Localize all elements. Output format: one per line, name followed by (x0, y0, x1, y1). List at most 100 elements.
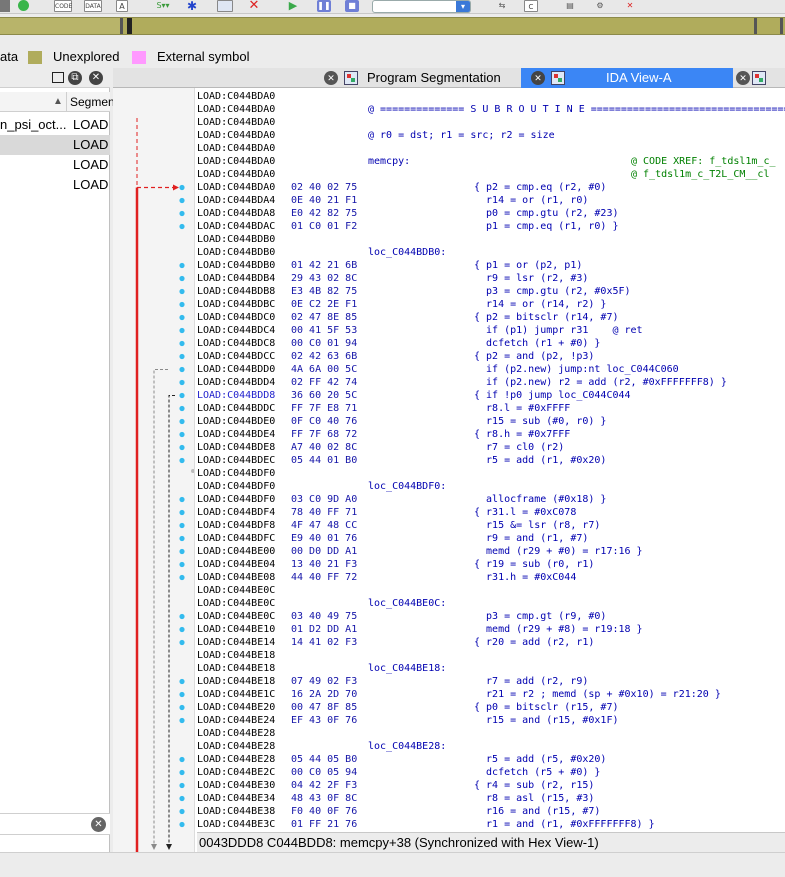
listing-line[interactable]: LOAD:C044BE28 (197, 727, 785, 740)
tab-close-icon[interactable]: ✕ (531, 71, 545, 85)
text-icon[interactable]: A (116, 0, 128, 12)
listing-line[interactable]: LOAD:C044BDB0 01 42 21 6B { p1 = or (p2, p… (197, 259, 785, 272)
segment-row[interactable]: n_psi_oct... LOAD (0, 115, 110, 135)
tab-next[interactable]: ✕ (733, 68, 785, 88)
navigation-band[interactable] (0, 17, 785, 35)
attach-icon[interactable]: ⇆ (494, 0, 510, 12)
listing-line[interactable]: LOAD:C044BDCC 02 42 63 6B { p2 = and (p2, … (197, 350, 785, 363)
listing-line[interactable]: LOAD:C044BDA0 (197, 90, 785, 103)
listing-line[interactable]: LOAD:C044BDAC 01 C0 01 F2 p1 = cmp.eq (r1… (197, 220, 785, 233)
listing-line[interactable]: LOAD:C044BDA0 (197, 116, 785, 129)
listing-line[interactable]: LOAD:C044BE10 01 D2 DD A1 memd (r29 + #8)… (197, 623, 785, 636)
clear-search-icon[interactable]: ✕ (91, 817, 106, 832)
listing-line[interactable]: LOAD:C044BDA4 0E 40 21 F1 r14 = or (r1, r… (197, 194, 785, 207)
float-icon[interactable] (52, 72, 64, 83)
listing-line[interactable]: LOAD:C044BDF0 loc_C044BDF0: (197, 480, 785, 493)
listing-line[interactable]: LOAD:C044BDC0 02 47 8E 85 { p2 = bitsclr (… (197, 311, 785, 324)
col-header-name[interactable]: ▲ (0, 92, 67, 112)
listing-line[interactable]: LOAD:C044BDF0 (197, 467, 785, 480)
listing-line[interactable]: LOAD:C044BDA0 02 40 02 75 { p2 = cmp.eq (r… (197, 181, 785, 194)
listing-line[interactable]: LOAD:C044BDC4 00 41 5F 53 if (p1) jumpr r… (197, 324, 785, 337)
pause-icon[interactable]: ❚❚ (317, 0, 331, 12)
listing-line[interactable]: LOAD:C044BDD0 4A 6A 00 5C if (p2.new) jum… (197, 363, 785, 376)
listing-line[interactable]: LOAD:C044BDE8 A7 40 02 8C r7 = cl0 (r2) (197, 441, 785, 454)
listing-line[interactable]: LOAD:C044BE04 13 40 21 F3 { r19 = sub (r0,… (197, 558, 785, 571)
settings-icon[interactable]: ⚙ (592, 0, 608, 12)
listing-line[interactable]: LOAD:C044BDA0 (197, 142, 785, 155)
play-icon[interactable]: ▶ (287, 0, 299, 12)
listing-line[interactable]: LOAD:C044BDF8 4F 47 48 CC r15 &= lsr (r8,… (197, 519, 785, 532)
cross-ref-icon[interactable]: ✱ (185, 0, 199, 12)
notes-icon[interactable]: ▤ (562, 0, 578, 12)
listing-line[interactable]: LOAD:C044BDE4 FF 7F 68 72 { r8.h = #0x7FFF (197, 428, 785, 441)
listing-line[interactable]: LOAD:C044BDA0 @ f_tdsl1m_c_T2L_CM__cl (197, 168, 785, 181)
listing-line[interactable]: LOAD:C044BDB0 loc_C044BDB0: (197, 246, 785, 259)
listing-line[interactable]: LOAD:C044BE0C loc_C044BE0C: (197, 597, 785, 610)
listing-line[interactable]: LOAD:C044BE28 05 44 05 B0 r5 = add (r5, #… (197, 753, 785, 766)
tab-close-icon[interactable]: ✕ (736, 71, 750, 85)
close-icon[interactable]: ✕ (89, 71, 103, 85)
disassembly-listing[interactable]: LOAD:C044BDA0 LOAD:C044BDA0 @ ============… (197, 88, 785, 832)
listing-line[interactable]: LOAD:C044BE3C 01 FF 21 76 r1 = and (r1, #… (197, 818, 785, 831)
delete-icon[interactable]: ✕ (622, 0, 638, 12)
tab-program-segmentation[interactable]: ✕ Program Segmentation (320, 68, 520, 88)
listing-line[interactable]: LOAD:C044BE0C (197, 584, 785, 597)
listing-line[interactable]: LOAD:C044BDB0 (197, 233, 785, 246)
listing-line[interactable]: LOAD:C044BE18 loc_C044BE18: (197, 662, 785, 675)
listing-line[interactable]: LOAD:C044BDD4 02 FF 42 74 if (p2.new) r2 … (197, 376, 785, 389)
tab-ida-view-a[interactable]: ✕ IDA View-A (521, 68, 733, 88)
listing-line[interactable]: LOAD:C044BDD8 36 60 20 5C { if !p0 jump lo… (197, 389, 785, 402)
segment-row[interactable]: LOAD (0, 155, 110, 175)
listing-line[interactable]: LOAD:C044BE2C 00 C0 05 94 dcfetch (r5 + #… (197, 766, 785, 779)
listing-line[interactable]: LOAD:C044BDDC FF 7F E8 71 r8.l = #0xFFFF (197, 402, 785, 415)
listing-line[interactable]: LOAD:C044BDB8 E3 4B 82 75 p3 = cmp.gtu (r… (197, 285, 785, 298)
listing-line[interactable]: LOAD:C044BE00 00 D0 DD A1 memd (r29 + #0)… (197, 545, 785, 558)
listing-line[interactable]: LOAD:C044BDEC 05 44 01 B0 r5 = add (r1, #… (197, 454, 785, 467)
line-address: LOAD:C044BE28 (197, 741, 276, 752)
listing-line[interactable]: LOAD:C044BDF0 03 C0 9D A0 allocframe (#0x… (197, 493, 785, 506)
debugger-dropdown[interactable]: ▾ (372, 0, 471, 13)
listing-line[interactable]: LOAD:C044BE30 04 42 2F F3 { r4 = sub (r2, … (197, 779, 785, 792)
listing-line[interactable]: LOAD:C044BDA8 E0 42 82 75 p0 = cmp.gtu (r… (197, 207, 785, 220)
copy-icon[interactable]: C (524, 0, 538, 12)
col-header-segment[interactable]: Segmen (70, 92, 115, 112)
listing-line[interactable]: LOAD:C044BDA0 @ r0 = dst; r1 = src; r2 = … (197, 129, 785, 142)
listing-line[interactable]: LOAD:C044BDA0 @ ============== S U B R O … (197, 103, 785, 116)
script-dropdown-icon[interactable]: S▾▾ (150, 0, 176, 12)
listing-line[interactable]: LOAD:C044BE18 07 49 02 F3 r7 = add (r2, r… (197, 675, 785, 688)
line-address: LOAD:C044BDA0 (197, 130, 276, 141)
graph-icon[interactable] (217, 0, 233, 12)
segment-row[interactable]: LOAD (0, 175, 110, 195)
restore-icon[interactable]: ⧉ (68, 71, 82, 85)
data-icon[interactable]: DATA (84, 0, 102, 12)
listing-line[interactable]: LOAD:C044BDC8 00 C0 01 94 dcfetch (r1 + #… (197, 337, 785, 350)
line-instruction: { r4 = sub (r2, r15) (474, 780, 595, 791)
listing-line[interactable]: LOAD:C044BE24 EF 43 0F 76 r15 = and (r15,… (197, 714, 785, 727)
listing-line[interactable]: LOAD:C044BDBC 0E C2 2E F1 r14 = or (r14, … (197, 298, 785, 311)
segment-row[interactable]: LOAD (0, 135, 110, 155)
green-circle-icon[interactable] (18, 0, 29, 11)
listing-line[interactable]: LOAD:C044BE20 00 47 8F 85 { p0 = bitsclr (… (197, 701, 785, 714)
stop-icon[interactable]: ✕ (247, 0, 261, 12)
listing-line[interactable]: LOAD:C044BE28 loc_C044BE28: (197, 740, 785, 753)
listing-line[interactable]: LOAD:C044BE08 44 40 FF 72 r31.h = #0xC044 (197, 571, 785, 584)
listing-line[interactable]: LOAD:C044BDFC E9 40 01 76 r9 = and (r1, #… (197, 532, 785, 545)
listing-line[interactable]: LOAD:C044BDA0 memcpy: @ CODE XREF: f_tdsl1… (197, 155, 785, 168)
disassembly-icon (551, 71, 565, 85)
listing-line[interactable]: LOAD:C044BE34 48 43 0F 8C r8 = asl (r15, … (197, 792, 785, 805)
listing-line[interactable]: LOAD:C044BDB4 29 43 02 8C r9 = lsr (r2, #… (197, 272, 785, 285)
listing-line[interactable]: LOAD:C044BE38 F0 40 0F 76 r16 = and (r15,… (197, 805, 785, 818)
nav-band-section (0, 18, 120, 34)
listing-line[interactable]: LOAD:C044BE18 (197, 649, 785, 662)
pause-alt-icon[interactable]: ■ (345, 0, 359, 12)
app-icon[interactable] (0, 0, 10, 12)
tab-close-icon[interactable]: ✕ (324, 71, 338, 85)
listing-line[interactable]: LOAD:C044BE1C 16 2A 2D 70 r21 = r2 ; memd… (197, 688, 785, 701)
code-icon[interactable]: CODE (54, 0, 72, 12)
line-instruction: r5 = add (r1, #0x20) (474, 455, 607, 466)
listing-line[interactable]: LOAD:C044BDE0 0F C0 40 76 r15 = sub (#0, … (197, 415, 785, 428)
segments-search-input[interactable]: ✕ (0, 813, 110, 835)
listing-line[interactable]: LOAD:C044BE0C 03 40 49 75 p3 = cmp.gt (r9… (197, 610, 785, 623)
listing-line[interactable]: LOAD:C044BE14 14 41 02 F3 { r20 = add (r2,… (197, 636, 785, 649)
listing-line[interactable]: LOAD:C044BDF4 78 40 FF 71 { r31.l = #0xC07… (197, 506, 785, 519)
